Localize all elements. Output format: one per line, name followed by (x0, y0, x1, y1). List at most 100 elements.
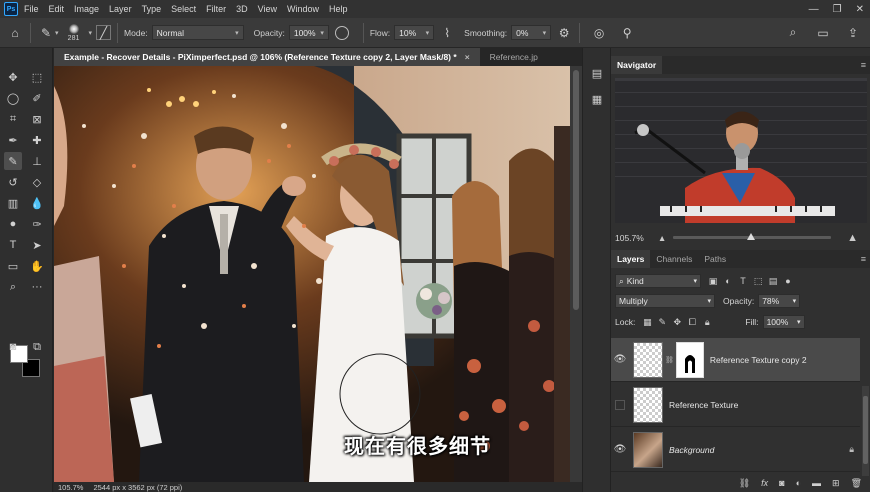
link-icon[interactable]: ⛓ (665, 356, 674, 364)
path-selection-tool-icon[interactable]: ➤ (28, 236, 46, 254)
history-brush-tool-icon[interactable]: ↺ (4, 173, 22, 191)
canvas-vertical-scrollbar[interactable] (570, 66, 582, 482)
menu-edit[interactable]: Edit (49, 4, 65, 14)
mode-select[interactable]: Normal ▾ (151, 25, 244, 40)
add-mask-icon[interactable]: ◙ (779, 478, 784, 488)
layer-thumbnail[interactable] (633, 341, 663, 378)
new-layer-icon[interactable]: ⊞ (832, 478, 840, 489)
history-panel-icon[interactable]: ▤ (588, 64, 606, 82)
menu-select[interactable]: Select (171, 4, 196, 14)
menu-3d[interactable]: 3D (236, 4, 248, 14)
rectangle-tool-icon[interactable]: ▭ (4, 257, 22, 275)
menu-filter[interactable]: Filter (206, 4, 226, 14)
lock-pixels-icon[interactable]: ✎ (656, 316, 668, 328)
blur-tool-icon[interactable]: 💧 (28, 194, 46, 212)
more-tools-icon[interactable]: ··· (28, 278, 46, 296)
status-zoom[interactable]: 105.7% (54, 483, 89, 492)
blend-mode-select[interactable]: Multiply ▾ (615, 294, 715, 308)
chevron-down-icon[interactable]: ▾ (89, 29, 93, 37)
filter-kind-select[interactable]: ⌕ Kind ▾ (615, 274, 701, 288)
trash-icon[interactable]: 🗑︎ (851, 478, 862, 489)
layer-name[interactable]: Background (669, 445, 714, 455)
close-icon[interactable]: ✕ (856, 4, 864, 15)
healing-brush-tool-icon[interactable]: ✚ (28, 131, 46, 149)
link-layers-icon[interactable]: ⛓ (739, 478, 750, 489)
screen-mode-icon[interactable]: ⧉ (28, 338, 46, 356)
restore-icon[interactable]: ❐ (833, 4, 842, 15)
tab-navigator[interactable]: Navigator (611, 56, 663, 74)
fill-field[interactable]: 100% ▾ (762, 315, 805, 329)
zoom-slider-knob[interactable] (747, 233, 755, 240)
filter-adjustment-icon[interactable]: ◐ (722, 275, 734, 287)
panel-menu-icon[interactable]: ≡ (861, 254, 866, 264)
menu-layer[interactable]: Layer (109, 4, 132, 14)
quick-select-tool-icon[interactable]: ✐ (28, 89, 46, 107)
layer-row[interactable]: 👁︎ Background 🔒︎ (611, 428, 860, 472)
minimize-icon[interactable]: — (809, 4, 819, 15)
brush-tool-icon[interactable]: ✎ (4, 152, 22, 170)
layer-row[interactable]: 👁︎ ⛓ Reference Texture copy 2 (611, 338, 860, 382)
menu-image[interactable]: Image (74, 4, 99, 14)
gradient-tool-icon[interactable]: ▥ (4, 194, 22, 212)
visibility-toggle-off[interactable] (615, 399, 625, 410)
quick-mask-icon[interactable]: ◙ (4, 338, 22, 356)
clone-stamp-tool-icon[interactable]: ⊥ (28, 152, 46, 170)
airbrush-icon[interactable]: ⌇ (438, 24, 456, 42)
filter-shape-icon[interactable]: ⬚ (752, 275, 764, 287)
gear-icon[interactable]: ⚙ (555, 24, 573, 42)
layer-row[interactable]: Reference Texture (611, 383, 860, 427)
document-canvas[interactable]: 现在有很多细节 (54, 66, 570, 482)
eye-icon[interactable]: 👁︎ (611, 444, 629, 455)
crop-tool-icon[interactable]: ⌗ (4, 110, 22, 128)
menu-window[interactable]: Window (287, 4, 319, 14)
layer-thumbnail[interactable] (633, 431, 663, 468)
filter-type-icon[interactable]: T (737, 275, 749, 287)
hand-tool-icon[interactable]: ✋ (28, 257, 46, 275)
pressure-opacity-icon[interactable] (334, 25, 349, 40)
new-group-icon[interactable]: ▬ (812, 478, 821, 488)
eye-icon[interactable]: 👁︎ (611, 354, 629, 365)
navigator-preview[interactable] (615, 78, 867, 223)
dodge-tool-icon[interactable]: ● (4, 215, 22, 233)
eraser-tool-icon[interactable]: ◇ (28, 173, 46, 191)
search-icon[interactable]: ⌕ (784, 24, 802, 42)
move-tool-icon[interactable]: ✥ (4, 68, 22, 86)
menu-view[interactable]: View (258, 4, 277, 14)
menu-file[interactable]: File (24, 4, 39, 14)
workspace-icon[interactable]: ▭ (814, 24, 832, 42)
filter-pixel-icon[interactable]: ▣ (707, 275, 719, 287)
scrollbar-thumb[interactable] (863, 396, 868, 464)
lasso-tool-icon[interactable]: ◯ (4, 89, 22, 107)
chevron-down-icon[interactable]: ▾ (55, 29, 59, 37)
fx-icon[interactable]: fx (761, 478, 768, 488)
opacity-field[interactable]: 100% ▾ (288, 25, 329, 40)
type-tool-icon[interactable]: T (4, 236, 22, 254)
properties-panel-icon[interactable]: ▦ (588, 90, 606, 108)
menu-type[interactable]: Type (142, 4, 162, 14)
tab-reference-document[interactable]: Reference.jp (480, 48, 548, 66)
panel-menu-icon[interactable]: ≡ (861, 60, 866, 70)
zoom-out-icon[interactable]: ▲ (658, 233, 666, 243)
layer-opacity-field[interactable]: 78% ▾ (758, 294, 801, 308)
share-icon[interactable]: ⇪ (844, 24, 862, 42)
flow-field[interactable]: 10% ▾ (394, 25, 435, 40)
navigator-zoom-value[interactable]: 105.7% (615, 233, 644, 243)
smoothing-field[interactable]: 0% ▾ (511, 25, 552, 40)
home-icon[interactable]: ⌂ (6, 24, 24, 42)
lock-transparency-icon[interactable]: ▦ (641, 316, 653, 328)
tab-layers[interactable]: Layers (611, 250, 651, 268)
brush-size-picker[interactable]: 281 (63, 23, 85, 42)
layer-mask-thumbnail[interactable] (675, 341, 704, 378)
adjustment-layer-icon[interactable]: ◐ (796, 478, 801, 488)
tab-paths[interactable]: Paths (698, 250, 732, 268)
layer-thumbnail[interactable] (633, 386, 663, 423)
close-icon[interactable]: × (465, 52, 470, 62)
pressure-size-icon[interactable]: ◎ (590, 24, 608, 42)
layer-name[interactable]: Reference Texture (669, 400, 738, 410)
brush-tool-preset-icon[interactable]: ✎ (37, 24, 55, 42)
zoom-in-icon[interactable]: ▲ (847, 232, 858, 244)
zoom-tool-icon[interactable]: ⌕ (4, 278, 22, 296)
marquee-tool-icon[interactable]: ⬚ (28, 68, 46, 86)
lock-position-icon[interactable]: ✥ (671, 316, 683, 328)
layers-scrollbar[interactable] (862, 386, 869, 476)
